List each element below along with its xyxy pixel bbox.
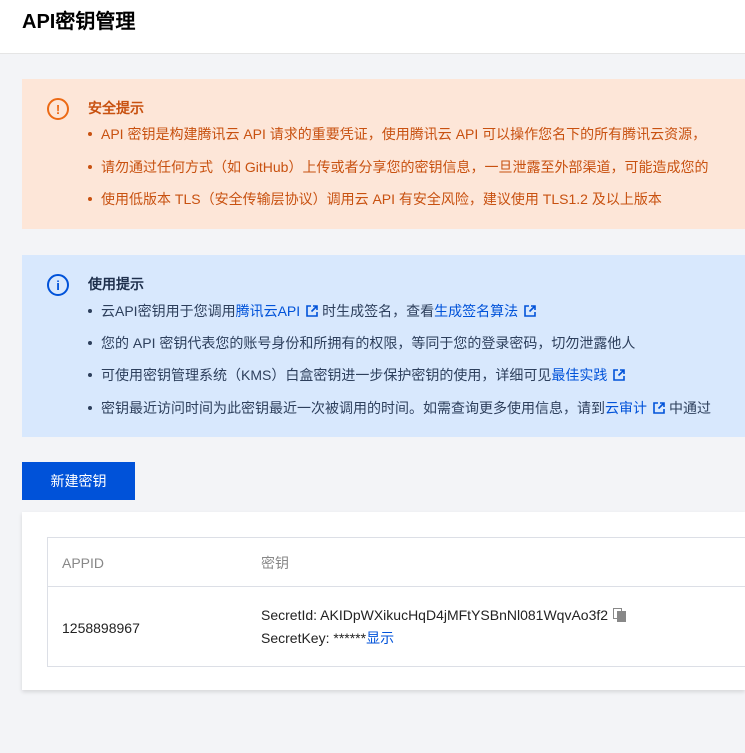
secret-id-line: SecretId: AKIDpWXikucHqD4jMFtYSBnNl081Wq… xyxy=(261,605,627,625)
signature-algorithm-link[interactable]: 生成签名算法 xyxy=(434,303,518,319)
best-practice-link[interactable]: 最佳实践 xyxy=(551,367,607,383)
usage-notice-title: 使用提示 xyxy=(88,276,144,292)
create-key-button[interactable]: 新建密钥 xyxy=(22,462,135,500)
column-header-key: 密钥 xyxy=(261,555,289,571)
key-table: APPID 密钥 1258898967 SecretId: AKIDpWXiku… xyxy=(47,537,745,667)
show-secret-key-link[interactable]: 显示 xyxy=(366,630,394,646)
security-notice-item: API 密钥是构建腾讯云 API 请求的重要凭证，使用腾讯云 API 可以操作您… xyxy=(88,124,706,144)
table-header: APPID 密钥 xyxy=(48,538,745,587)
page-title: API密钥管理 xyxy=(22,11,136,33)
cloud-audit-link[interactable]: 云审计 xyxy=(605,400,647,416)
secret-id-value: AKIDpWXikucHqD4jMFtYSBnNl081WqvAo3f2 xyxy=(320,607,609,623)
security-notice-title: 安全提示 xyxy=(88,100,144,116)
external-link-icon[interactable] xyxy=(653,402,665,414)
warning-circle-icon: ! xyxy=(47,98,69,120)
column-header-appid: APPID xyxy=(62,555,105,571)
external-link-icon[interactable] xyxy=(306,305,318,317)
usage-notice-item: 密钥最近访问时间为此密钥最近一次被调用的时间。如需查询更多使用信息，请到云审计中… xyxy=(88,398,711,418)
tencent-cloud-api-link[interactable]: 腾讯云API xyxy=(236,303,301,319)
usage-notice-item: 可使用密钥管理系统（KMS）白盒密钥进一步保护密钥的使用，详细可见最佳实践 xyxy=(88,365,629,385)
security-notice-item: 使用低版本 TLS（安全传输层协议）调用云 API 有安全风险，建议使用 TLS… xyxy=(88,189,662,209)
key-list-card: APPID 密钥 1258898967 SecretId: AKIDpWXiku… xyxy=(22,512,745,690)
info-circle-icon: i xyxy=(47,274,69,296)
copy-icon[interactable] xyxy=(613,608,627,622)
secret-key-line: SecretKey: ******显示 xyxy=(261,630,395,646)
security-notice: ! 安全提示 API 密钥是构建腾讯云 API 请求的重要凭证，使用腾讯云 AP… xyxy=(22,79,745,229)
appid-value: 1258898967 xyxy=(62,620,140,636)
secret-key-value: ****** xyxy=(333,630,367,646)
external-link-icon[interactable] xyxy=(613,369,626,381)
external-link-icon[interactable] xyxy=(524,305,536,317)
usage-notice-item: 您的 API 密钥代表您的账号身份和所拥有的权限，等同于您的登录密码，切勿泄露他… xyxy=(88,333,635,353)
usage-notice-item: 云API密钥用于您调用腾讯云API 时生成签名，查看生成签名算法 xyxy=(88,301,540,321)
security-notice-item: 请勿通过任何方式（如 GitHub）上传或者分享您的密钥信息，一旦泄露至外部渠道… xyxy=(88,157,708,177)
usage-notice: i 使用提示 云API密钥用于您调用腾讯云API 时生成签名，查看生成签名算法 您… xyxy=(22,255,745,437)
page-header: API密钥管理 xyxy=(0,0,745,54)
